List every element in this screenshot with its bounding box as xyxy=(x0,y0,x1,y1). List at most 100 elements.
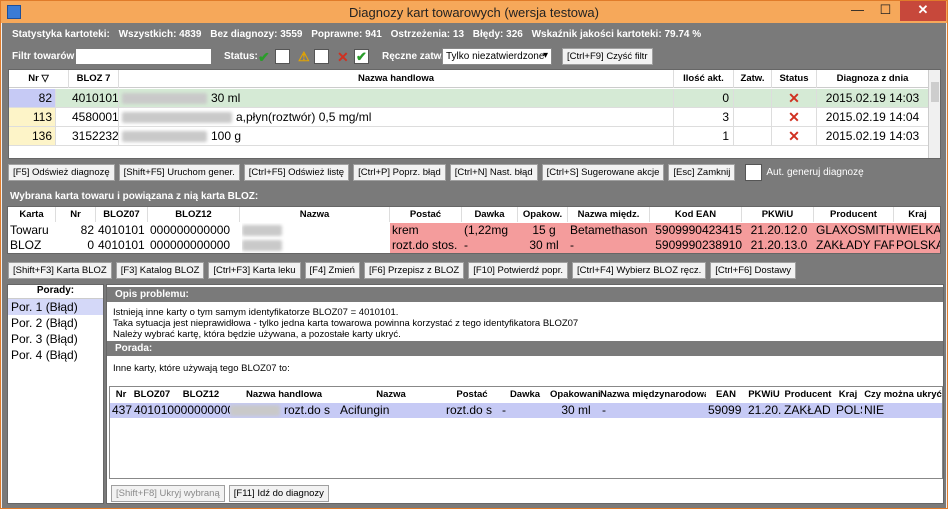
row-nazwa xyxy=(242,238,390,253)
stats-warnings: Ostrzeżenia: 13 xyxy=(390,29,465,40)
row-date: 2015.02.19 14:03 xyxy=(817,89,929,107)
prev-error-button[interactable]: [Ctrl+P] Poprz. błąd xyxy=(353,164,446,181)
problem-line: Należy wybrać kartę, która będzie używan… xyxy=(113,329,401,340)
app-window: Diagnozy kart towarowych (wersja testowa… xyxy=(0,0,948,509)
filter-input[interactable] xyxy=(75,48,212,65)
ok-checkbox[interactable] xyxy=(275,49,290,64)
row-nr: 0 xyxy=(87,238,94,252)
col-dawka: Dawka xyxy=(462,207,518,222)
refresh-list-button[interactable]: [Ctrl+F5] Odśwież listę xyxy=(243,164,350,181)
row-pkwiu: 21.20. xyxy=(748,403,782,417)
copy-from-bloz-button[interactable]: [F6] Przepisz z BLOZ xyxy=(363,262,465,279)
run-generator-button[interactable]: [Shift+F5] Uruchom gener. xyxy=(118,164,240,181)
table-row[interactable]: 113 4580001 a,płyn(roztwór) 0,5 mg/ml 3 … xyxy=(9,108,929,127)
col-name[interactable]: Nazwa handlowa xyxy=(119,70,674,88)
col-postac: Postać xyxy=(390,207,462,222)
manual-select[interactable]: Tylko niezatwierdzone ▾ xyxy=(442,48,552,65)
col-status[interactable]: Status xyxy=(772,70,817,88)
row-miedz: Betamethason xyxy=(570,223,648,237)
col-nr: Nr xyxy=(56,207,96,222)
stats-correct: Poprawne: 941 xyxy=(311,29,382,40)
close-button[interactable]: ✕ xyxy=(900,1,946,21)
drug-card-button[interactable]: [Ctrl+F3] Karta leku xyxy=(208,262,301,279)
clear-filter-button[interactable]: [Ctrl+F9] Czyść filtr xyxy=(562,48,653,65)
problem-header: Opis problemu: xyxy=(107,287,943,302)
table-row[interactable]: 82 4010101 30 ml 0 ✕ 2015.02.19 14:03 xyxy=(9,89,929,108)
minimize-button[interactable]: — xyxy=(844,1,871,21)
advice-item[interactable]: Por. 3 (Błąd) xyxy=(8,331,103,347)
refresh-diagnosis-button[interactable]: [F5] Odśwież diagnozę xyxy=(8,164,115,181)
col-nr[interactable]: Nr ▽ xyxy=(9,70,69,88)
row-bloz: 3152232 xyxy=(69,127,119,145)
row-producent: ZAKŁAD xyxy=(784,403,831,417)
actions-toolbar-1: [F5] Odśwież diagnozę [Shift+F5] Uruchom… xyxy=(8,164,864,181)
error-icon: ✕ xyxy=(337,49,349,65)
row-bloz: 4010101 xyxy=(69,89,119,107)
confirm-fix-button[interactable]: [F10] Potwierdź popr. xyxy=(468,262,568,279)
row-qty: 3 xyxy=(674,108,734,126)
maximize-button[interactable]: ☐ xyxy=(872,1,899,21)
scroll-thumb[interactable] xyxy=(931,82,939,102)
row-producent: ZAKŁADY FAR xyxy=(816,238,894,252)
redacted-text xyxy=(122,112,232,124)
change-button[interactable]: [F4] Zmień xyxy=(304,262,360,279)
col-qty[interactable]: Ilość akt. xyxy=(674,70,734,88)
col-nazwa: Nazwa xyxy=(240,207,390,222)
col-ean: EAN xyxy=(715,389,737,400)
col-approved[interactable]: Zatw. xyxy=(734,70,772,88)
row-qty: 0 xyxy=(674,89,734,107)
next-error-button[interactable]: [Ctrl+N] Nast. błąd xyxy=(449,164,538,181)
problem-line: Taka sytuacja jest nieprawidłowa - tylko… xyxy=(113,318,579,329)
auto-generate-label: Aut. generuj diagnozę xyxy=(766,167,864,178)
error-icon: ✕ xyxy=(772,108,817,126)
advice-text: Inne karty, które używają tego BLOZ07 to… xyxy=(113,363,290,374)
vertical-scrollbar[interactable] xyxy=(928,70,940,158)
suggested-actions-button[interactable]: [Ctrl+S] Sugerowane akcje xyxy=(541,164,665,181)
row-approved xyxy=(734,127,772,145)
col-karta: Karta xyxy=(8,207,56,222)
actions-toolbar-3: [Shift+F8] Ukryj wybraną [F11] Idź do di… xyxy=(111,485,329,502)
col-opak: Opakowanie xyxy=(550,389,600,400)
manual-label: Ręczne zatw.: xyxy=(382,51,448,62)
stats-all: Wszystkich: 4839 xyxy=(118,29,202,40)
row-opak: 30 ml xyxy=(561,403,591,417)
row-nazwa-handlowa: rozt.do s xyxy=(230,403,338,418)
actions-toolbar-2: [Shift+F3] Karta BLOZ [F3] Katalog BLOZ … xyxy=(8,262,796,279)
row-bloz12: 000000000 xyxy=(174,403,230,417)
warning-icon: ⚠ xyxy=(298,49,310,64)
choose-bloz-manual-button[interactable]: [Ctrl+F4] Wybierz BLOZ ręcz. xyxy=(572,262,707,279)
col-kraj: Kraj xyxy=(838,389,858,400)
table-row[interactable]: 136 3152232 100 g 1 ✕ 2015.02.19 14:03 xyxy=(9,127,929,146)
col-date[interactable]: Diagnoza z dnia xyxy=(817,70,929,88)
section-title: Wybrana karta towaru i powiązana z nią k… xyxy=(10,191,259,202)
col-bloz7[interactable]: BLOZ 7 xyxy=(69,70,119,88)
hide-selected-button[interactable]: [Shift+F8] Ukryj wybraną xyxy=(111,485,225,502)
auto-generate-checkbox[interactable] xyxy=(745,164,763,181)
row-pkwiu: 21.20.12.0 xyxy=(750,223,808,237)
warning-checkbox[interactable] xyxy=(314,49,329,64)
advice-item[interactable]: Por. 1 (Błąd) xyxy=(8,299,103,315)
stats-bar: Statystyka kartoteki: Wszystkich: 4839 B… xyxy=(12,29,707,40)
row-ean: 59099 xyxy=(708,403,742,417)
error-checkbox[interactable]: ✔ xyxy=(354,49,369,64)
row-date: 2015.02.19 14:03 xyxy=(817,127,929,145)
row-name: 100 g xyxy=(119,127,674,145)
row-postac: rozt.do stos. xyxy=(392,238,458,252)
deliveries-button[interactable]: [Ctrl+F6] Dostawy xyxy=(710,262,796,279)
col-ean: Kod EAN xyxy=(650,207,742,222)
close-dialog-button[interactable]: [Esc] Zamknij xyxy=(668,164,736,181)
redacted-text xyxy=(122,131,207,143)
row-pkwiu: 21.20.13.0 xyxy=(750,238,808,252)
row-qty: 1 xyxy=(674,127,734,145)
advice-item[interactable]: Por. 2 (Błąd) xyxy=(8,315,103,331)
row-bloz12: 000000000000 xyxy=(150,223,231,237)
bloz-card-button[interactable]: [Shift+F3] Karta BLOZ xyxy=(8,262,112,279)
bloz-catalog-button[interactable]: [F3] Katalog BLOZ xyxy=(115,262,205,279)
title-bar: Diagnozy kart towarowych (wersja testowa… xyxy=(1,1,947,23)
col-bloz12: BLOZ12 xyxy=(182,389,220,400)
manual-select-value: Tylko niezatwierdzone xyxy=(446,51,545,62)
go-to-diagnosis-button[interactable]: [F11] Idź do diagnozy xyxy=(228,485,329,502)
row-karta: Towaru xyxy=(10,223,49,237)
row-bloz07: 4010101 xyxy=(98,223,145,237)
advice-item[interactable]: Por. 4 (Błąd) xyxy=(8,347,103,363)
